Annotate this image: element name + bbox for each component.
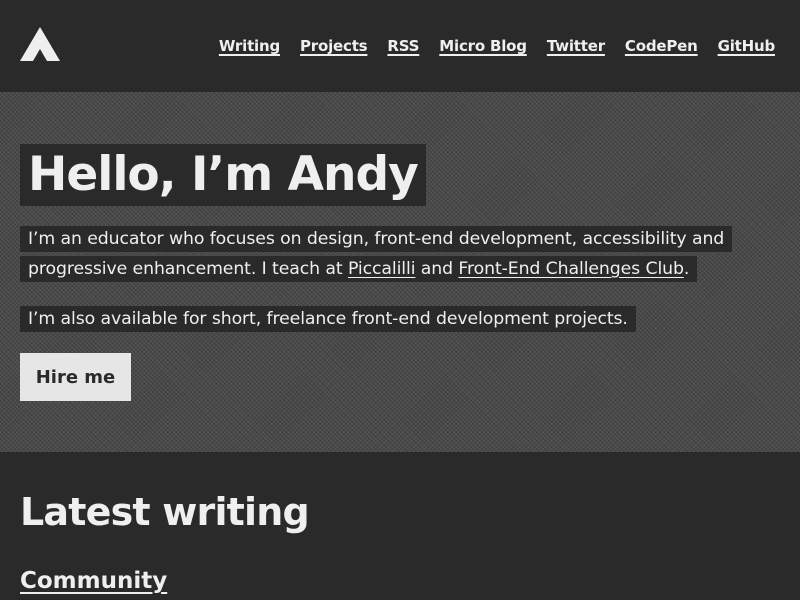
piccalilli-link[interactable]: Piccalilli xyxy=(348,259,416,279)
hero-section: Hello, I’m Andy I’m an educator who focu… xyxy=(0,92,800,452)
nav-link-twitter[interactable]: Twitter xyxy=(547,37,605,55)
intro-and-text: and xyxy=(415,259,459,279)
latest-writing-heading: Latest writing xyxy=(20,490,310,534)
hire-me-button[interactable]: Hire me xyxy=(20,353,131,401)
hero-intro: I’m an educator who focuses on design, f… xyxy=(20,224,780,284)
front-end-challenges-club-link[interactable]: Front-End Challenges Club xyxy=(458,259,684,279)
hero-availability: I’m also available for short, freelance … xyxy=(20,304,780,334)
intro-end-text: . xyxy=(683,259,690,279)
main-nav: Writing Projects RSS Micro Blog Twitter … xyxy=(219,37,775,55)
nav-link-micro-blog[interactable]: Micro Blog xyxy=(439,37,527,55)
availability-text: I’m also available for short, freelance … xyxy=(20,306,636,332)
nav-link-codepen[interactable]: CodePen xyxy=(625,37,698,55)
site-header: Writing Projects RSS Micro Blog Twitter … xyxy=(0,0,800,92)
triangle-logo-icon xyxy=(20,27,60,61)
post-link-community[interactable]: Community xyxy=(20,568,167,594)
nav-link-writing[interactable]: Writing xyxy=(219,37,280,55)
nav-link-projects[interactable]: Projects xyxy=(300,37,368,55)
hero-title: Hello, I’m Andy xyxy=(20,144,426,206)
nav-link-github[interactable]: GitHub xyxy=(718,37,776,55)
home-logo-link[interactable] xyxy=(20,27,60,61)
nav-link-rss[interactable]: RSS xyxy=(387,37,419,55)
